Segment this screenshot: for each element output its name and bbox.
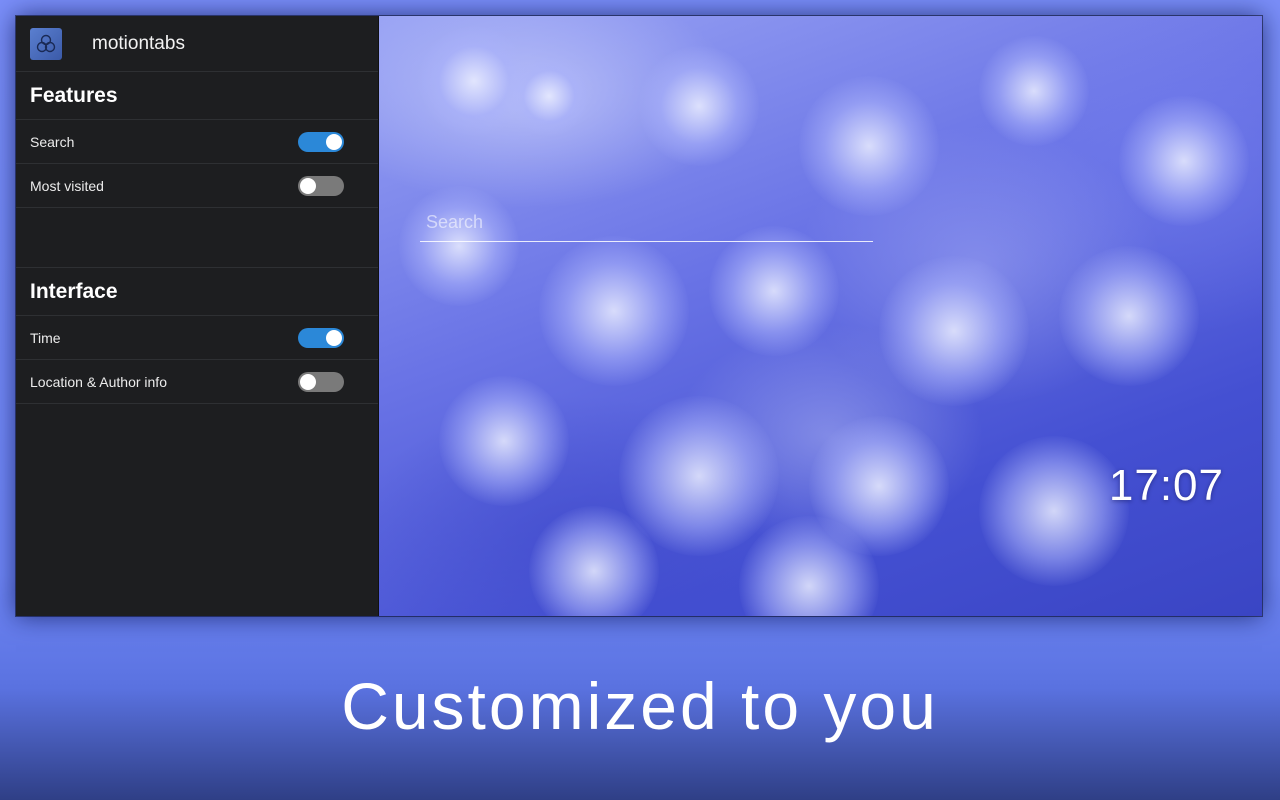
search-toggle[interactable] bbox=[298, 131, 344, 152]
interface-heading: Interface bbox=[16, 268, 378, 316]
setting-label: Time bbox=[30, 329, 61, 346]
settings-sidebar: motiontabs Features Search Most visited … bbox=[16, 16, 379, 616]
search-input[interactable] bbox=[420, 204, 873, 242]
setting-label: Most visited bbox=[30, 177, 104, 194]
setting-row-search: Search bbox=[16, 120, 378, 164]
app-window: motiontabs Features Search Most visited … bbox=[16, 16, 1262, 616]
background-photo-detail bbox=[639, 46, 759, 166]
section-spacer bbox=[16, 208, 378, 268]
background-photo-detail bbox=[979, 36, 1089, 146]
setting-label: Location & Author info bbox=[30, 373, 167, 390]
background-photo-detail bbox=[1059, 246, 1199, 386]
background-photo-detail bbox=[709, 226, 839, 356]
toggle-knob bbox=[300, 177, 316, 194]
setting-row-most-visited: Most visited bbox=[16, 164, 378, 208]
background-photo-detail bbox=[439, 376, 569, 506]
time-display: 17:07 bbox=[1108, 461, 1224, 510]
setting-label: Search bbox=[30, 133, 75, 150]
app-name: motiontabs bbox=[92, 32, 185, 54]
toggle-knob bbox=[300, 373, 316, 390]
setting-row-time: Time bbox=[16, 316, 378, 360]
background-photo-detail bbox=[879, 256, 1029, 406]
background-photo-detail bbox=[509, 56, 589, 136]
hexagon-cluster-icon bbox=[30, 27, 62, 60]
background-photo-detail bbox=[979, 436, 1129, 586]
location-author-toggle[interactable] bbox=[298, 371, 344, 392]
most-visited-toggle[interactable] bbox=[298, 175, 344, 196]
toggle-knob bbox=[326, 329, 342, 346]
time-toggle[interactable] bbox=[298, 327, 344, 348]
toggle-knob bbox=[326, 133, 342, 150]
background-photo-detail bbox=[799, 76, 939, 216]
tagline-heading: Customized to you bbox=[341, 669, 939, 743]
background-photo-detail bbox=[1119, 96, 1249, 226]
background-photo-detail bbox=[539, 236, 689, 386]
features-heading: Features bbox=[16, 72, 378, 120]
brand-header: motiontabs bbox=[16, 16, 378, 72]
setting-row-location-author: Location & Author info bbox=[16, 360, 378, 404]
new-tab-preview: 17:07 bbox=[379, 16, 1262, 616]
